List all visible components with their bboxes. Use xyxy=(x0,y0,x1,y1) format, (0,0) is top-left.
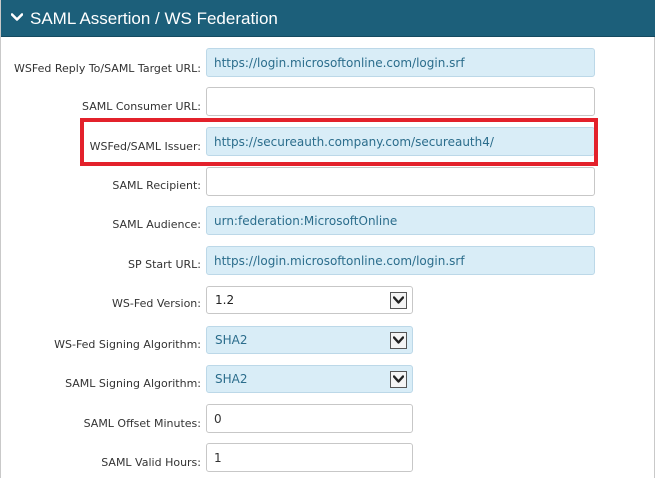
saml-offset-minutes-label: SAML Offset Minutes: xyxy=(83,417,201,430)
saml-audience-input[interactable] xyxy=(206,206,595,235)
panel-title: SAML Assertion / WS Federation xyxy=(30,9,278,28)
saml-signing-algorithm-label: SAML Signing Algorithm: xyxy=(65,377,201,390)
saml-consumer-url-label: SAML Consumer URL: xyxy=(82,100,201,113)
wsfed-saml-issuer-input[interactable] xyxy=(206,127,595,156)
saml-signing-algorithm-value: SHA2 xyxy=(215,372,248,386)
ws-fed-version-value: 1.2 xyxy=(215,293,235,307)
ws-fed-signing-algorithm-select[interactable]: SHA2 xyxy=(206,326,413,354)
ws-fed-version-label: WS-Fed Version: xyxy=(112,297,201,310)
saml-recipient-input[interactable] xyxy=(206,167,595,196)
saml-consumer-url-input[interactable] xyxy=(206,87,595,116)
panel-header[interactable]: SAML Assertion / WS Federation xyxy=(1,0,655,37)
saml-signing-algorithm-select[interactable]: SHA2 xyxy=(206,365,413,393)
ws-fed-signing-algorithm-label: WS-Fed Signing Algorithm: xyxy=(54,338,201,351)
saml-panel: SAML Assertion / WS Federation WSFed Rep… xyxy=(0,0,655,478)
saml-recipient-label: SAML Recipient: xyxy=(112,179,201,192)
wsfed-reply-to-label: WSFed Reply To/SAML Target URL: xyxy=(14,62,201,75)
wsfed-reply-to-input[interactable] xyxy=(206,48,595,77)
chevron-down-icon xyxy=(390,371,407,388)
saml-valid-hours-label: SAML Valid Hours: xyxy=(101,456,201,469)
sp-start-url-label: SP Start URL: xyxy=(127,258,201,271)
chevron-down-icon xyxy=(11,13,23,21)
chevron-down-icon xyxy=(390,332,407,349)
chevron-down-icon xyxy=(390,292,407,309)
sp-start-url-input[interactable] xyxy=(206,246,595,275)
saml-valid-hours-input[interactable] xyxy=(206,443,413,472)
ws-fed-version-select[interactable]: 1.2 xyxy=(206,286,413,314)
saml-offset-minutes-input[interactable] xyxy=(206,404,413,433)
ws-fed-signing-algorithm-value: SHA2 xyxy=(215,333,248,347)
saml-audience-label: SAML Audience: xyxy=(112,218,201,231)
wsfed-saml-issuer-label: WSFed/SAML Issuer: xyxy=(89,140,201,153)
